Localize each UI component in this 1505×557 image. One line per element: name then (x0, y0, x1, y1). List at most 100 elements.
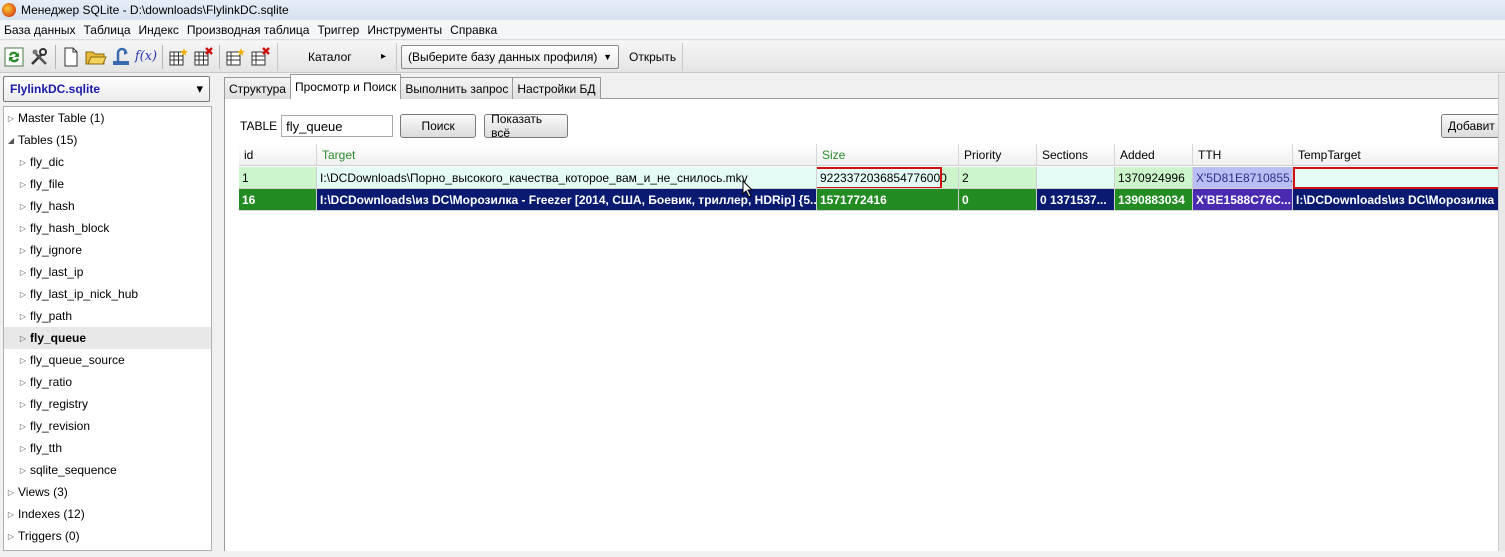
cell-priority[interactable]: 0 (959, 189, 1037, 211)
open-button[interactable]: Открыть (623, 42, 684, 71)
open-folder-icon[interactable] (84, 45, 108, 69)
tree-item-fly-tth[interactable]: ▷ fly_tth (4, 437, 211, 459)
refresh-icon[interactable] (2, 45, 26, 69)
column-header-priority[interactable]: Priority (959, 144, 1037, 166)
tree-item-fly-registry[interactable]: ▷ fly_registry (4, 393, 211, 415)
profile-db-select[interactable]: (Выберите базу данных профиля) ▼ (401, 44, 619, 69)
tab-db-settings[interactable]: Настройки БД (512, 77, 601, 99)
tree-item-fly-revision[interactable]: ▷ fly_revision (4, 415, 211, 437)
tree-item-fly-queue-source[interactable]: ▷ fly_queue_source (4, 349, 211, 371)
expand-icon[interactable]: ▷ (6, 510, 16, 519)
show-all-button[interactable]: Показать всё (484, 112, 569, 140)
tree-item-fly-file[interactable]: ▷ fly_file (4, 173, 211, 195)
expand-icon[interactable]: ▷ (18, 246, 28, 255)
catalog-menu[interactable]: Каталог ▸ (277, 42, 397, 71)
collapse-icon[interactable]: ◢ (6, 136, 16, 145)
tree-item-fly-dic[interactable]: ▷ fly_dic (4, 151, 211, 173)
column-header-id[interactable]: id (239, 144, 317, 166)
cell-id[interactable]: 1 (239, 167, 317, 189)
tree-item-fly-ignore[interactable]: ▷ fly_ignore (4, 239, 211, 261)
tree-master-table[interactable]: ▷ Master Table (1) (4, 107, 211, 129)
expand-icon[interactable]: ▷ (6, 532, 16, 541)
tree-label: fly_ignore (30, 243, 83, 257)
cell-priority[interactable]: 2 (959, 167, 1037, 189)
cell-id[interactable]: 16 (239, 189, 317, 211)
tree-tables[interactable]: ◢ Tables (15) (4, 129, 211, 151)
tree-item-fly-last-ip-nick-hub[interactable]: ▷ fly_last_ip_nick_hub (4, 283, 211, 305)
tab-structure[interactable]: Структура (224, 77, 291, 99)
tree-triggers[interactable]: ▷ Triggers (0) (4, 525, 211, 547)
cell-added[interactable]: 1370924996 (1115, 167, 1193, 189)
function-icon[interactable]: f(x) (134, 45, 158, 69)
cell-temptarget[interactable] (1293, 167, 1505, 189)
expand-icon[interactable]: ▷ (18, 422, 28, 431)
tree-item-fly-hash[interactable]: ▷ fly_hash (4, 195, 211, 217)
menu-tools[interactable]: Инструменты (363, 23, 446, 37)
tab-browse-search[interactable]: Просмотр и Поиск (289, 74, 402, 99)
database-select[interactable]: FlylinkDC.sqlite ▾ (3, 76, 210, 102)
connect-icon[interactable] (109, 45, 133, 69)
tree-item-fly-hash-block[interactable]: ▷ fly_hash_block (4, 217, 211, 239)
expand-icon[interactable]: ▷ (18, 202, 28, 211)
table-row[interactable]: 16 I:\DCDownloads\из DC\Морозилка - Free… (239, 189, 1505, 211)
menu-database[interactable]: База данных (0, 23, 79, 37)
search-row: TABLE Поиск Показать всё (240, 112, 569, 140)
tree-views[interactable]: ▷ Views (3) (4, 481, 211, 503)
expand-icon[interactable]: ▷ (18, 356, 28, 365)
new-file-icon[interactable] (59, 45, 83, 69)
expand-icon[interactable]: ▷ (18, 290, 28, 299)
column-header-temptarget[interactable]: TempTarget (1293, 144, 1505, 166)
column-header-tth[interactable]: TTH (1193, 144, 1293, 166)
cell-tth[interactable]: X'BE1588C76C... (1193, 189, 1293, 211)
cell-temptarget[interactable]: I:\DCDownloads\из DC\Морозилка - (1293, 189, 1505, 211)
expand-icon[interactable]: ▷ (18, 444, 28, 453)
cell-tth[interactable]: X'5D81E8710855... (1193, 167, 1293, 189)
expand-icon[interactable]: ▷ (6, 488, 16, 497)
add-record-button[interactable]: Добавит (1441, 114, 1505, 138)
expand-icon[interactable]: ▷ (18, 224, 28, 233)
menu-index[interactable]: Индекс (135, 23, 183, 37)
create-index-icon[interactable] (223, 45, 247, 69)
tree-item-fly-last-ip[interactable]: ▷ fly_last_ip (4, 261, 211, 283)
toolbar-separator (219, 44, 220, 69)
tree-item-fly-path[interactable]: ▷ fly_path (4, 305, 211, 327)
tab-execute-sql[interactable]: Выполнить запрос (400, 77, 514, 99)
expand-icon[interactable]: ▷ (18, 466, 28, 475)
tree-label: fly_last_ip (30, 265, 84, 279)
table-name-input[interactable] (281, 115, 394, 137)
menu-trigger[interactable]: Триггер (313, 23, 363, 37)
tree-indexes[interactable]: ▷ Indexes (12) (4, 503, 211, 525)
expand-icon[interactable]: ▷ (18, 268, 28, 277)
main-tabs: Структура Просмотр и Поиск Выполнить зап… (224, 74, 601, 99)
vertical-scrollbar[interactable] (1498, 74, 1505, 551)
tree-item-fly-queue[interactable]: ▷ fly_queue (4, 327, 211, 349)
expand-icon[interactable]: ▷ (18, 400, 28, 409)
cell-size[interactable]: 1571772416 (817, 189, 959, 211)
menu-table[interactable]: Таблица (79, 23, 134, 37)
firefox-icon (2, 3, 16, 17)
search-button[interactable]: Поиск (400, 114, 477, 138)
column-header-added[interactable]: Added (1115, 144, 1193, 166)
create-table-icon[interactable] (166, 45, 190, 69)
column-header-size[interactable]: Size (817, 144, 959, 166)
cell-size[interactable]: 9223372036854776000 (817, 167, 959, 189)
menu-view[interactable]: Производная таблица (183, 23, 314, 37)
table-row[interactable]: 1 I:\DCDownloads\Порно_высокого_качества… (239, 167, 1505, 189)
drop-index-icon[interactable] (248, 45, 272, 69)
expand-icon[interactable]: ▷ (18, 312, 28, 321)
expand-icon[interactable]: ▷ (18, 378, 28, 387)
tree-item-fly-ratio[interactable]: ▷ fly_ratio (4, 371, 211, 393)
expand-icon[interactable]: ▷ (18, 334, 28, 343)
expand-icon[interactable]: ▷ (18, 180, 28, 189)
drop-table-icon[interactable] (191, 45, 215, 69)
column-header-target[interactable]: Target (317, 144, 817, 166)
menu-help[interactable]: Справка (446, 23, 501, 37)
expand-icon[interactable]: ▷ (6, 114, 16, 123)
expand-icon[interactable]: ▷ (18, 158, 28, 167)
cell-sections[interactable]: 0 1371537... (1037, 189, 1115, 211)
cell-added[interactable]: 1390883034 (1115, 189, 1193, 211)
column-header-sections[interactable]: Sections (1037, 144, 1115, 166)
tools-icon[interactable] (27, 45, 51, 69)
tree-item-sqlite-sequence[interactable]: ▷ sqlite_sequence (4, 459, 211, 481)
cell-sections[interactable] (1037, 167, 1115, 189)
